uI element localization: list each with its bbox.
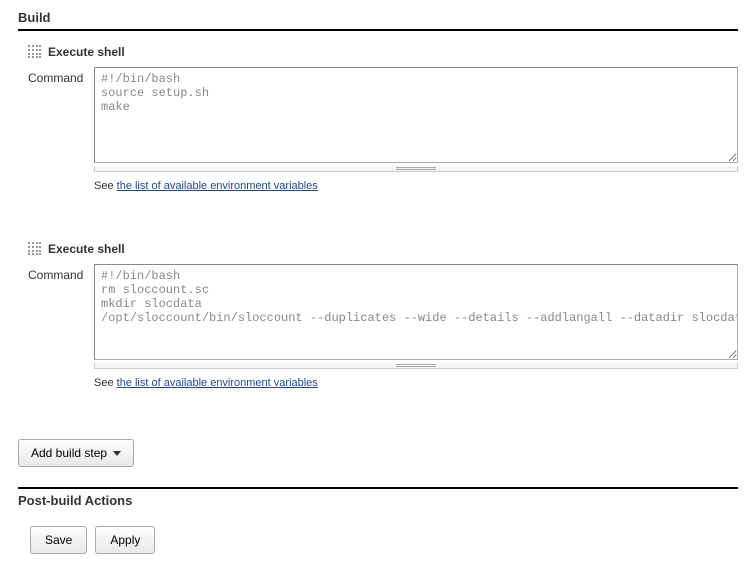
command-label: Command [28, 67, 94, 192]
help-text: See the list of available environment va… [94, 377, 738, 389]
env-vars-link[interactable]: the list of available environment variab… [117, 180, 318, 192]
help-prefix: See [94, 180, 117, 192]
apply-button[interactable]: Apply [95, 526, 155, 554]
env-vars-link[interactable]: the list of available environment variab… [117, 377, 318, 389]
command-input[interactable] [94, 264, 738, 360]
step-title: Execute shell [48, 45, 125, 59]
command-input[interactable] [94, 67, 738, 163]
help-text: See the list of available environment va… [94, 180, 738, 192]
drag-handle-icon[interactable] [28, 242, 42, 256]
build-step: Execute shell Command See the list of av… [18, 45, 738, 192]
help-prefix: See [94, 377, 117, 389]
add-build-step-button[interactable]: Add build step [18, 439, 134, 467]
save-button[interactable]: Save [30, 526, 87, 554]
resize-handle[interactable] [94, 363, 738, 369]
build-step: Execute shell Command See the list of av… [18, 242, 738, 389]
step-title: Execute shell [48, 242, 125, 256]
action-buttons: Save Apply [30, 526, 738, 554]
chevron-down-icon [113, 451, 121, 456]
build-section-header: Build [18, 10, 738, 31]
post-build-section-header: Post-build Actions [18, 487, 738, 508]
step-header: Execute shell [18, 45, 738, 59]
drag-handle-icon[interactable] [28, 45, 42, 59]
add-build-step-label: Add build step [31, 446, 107, 460]
step-header: Execute shell [18, 242, 738, 256]
resize-handle[interactable] [94, 166, 738, 172]
command-label: Command [28, 264, 94, 389]
